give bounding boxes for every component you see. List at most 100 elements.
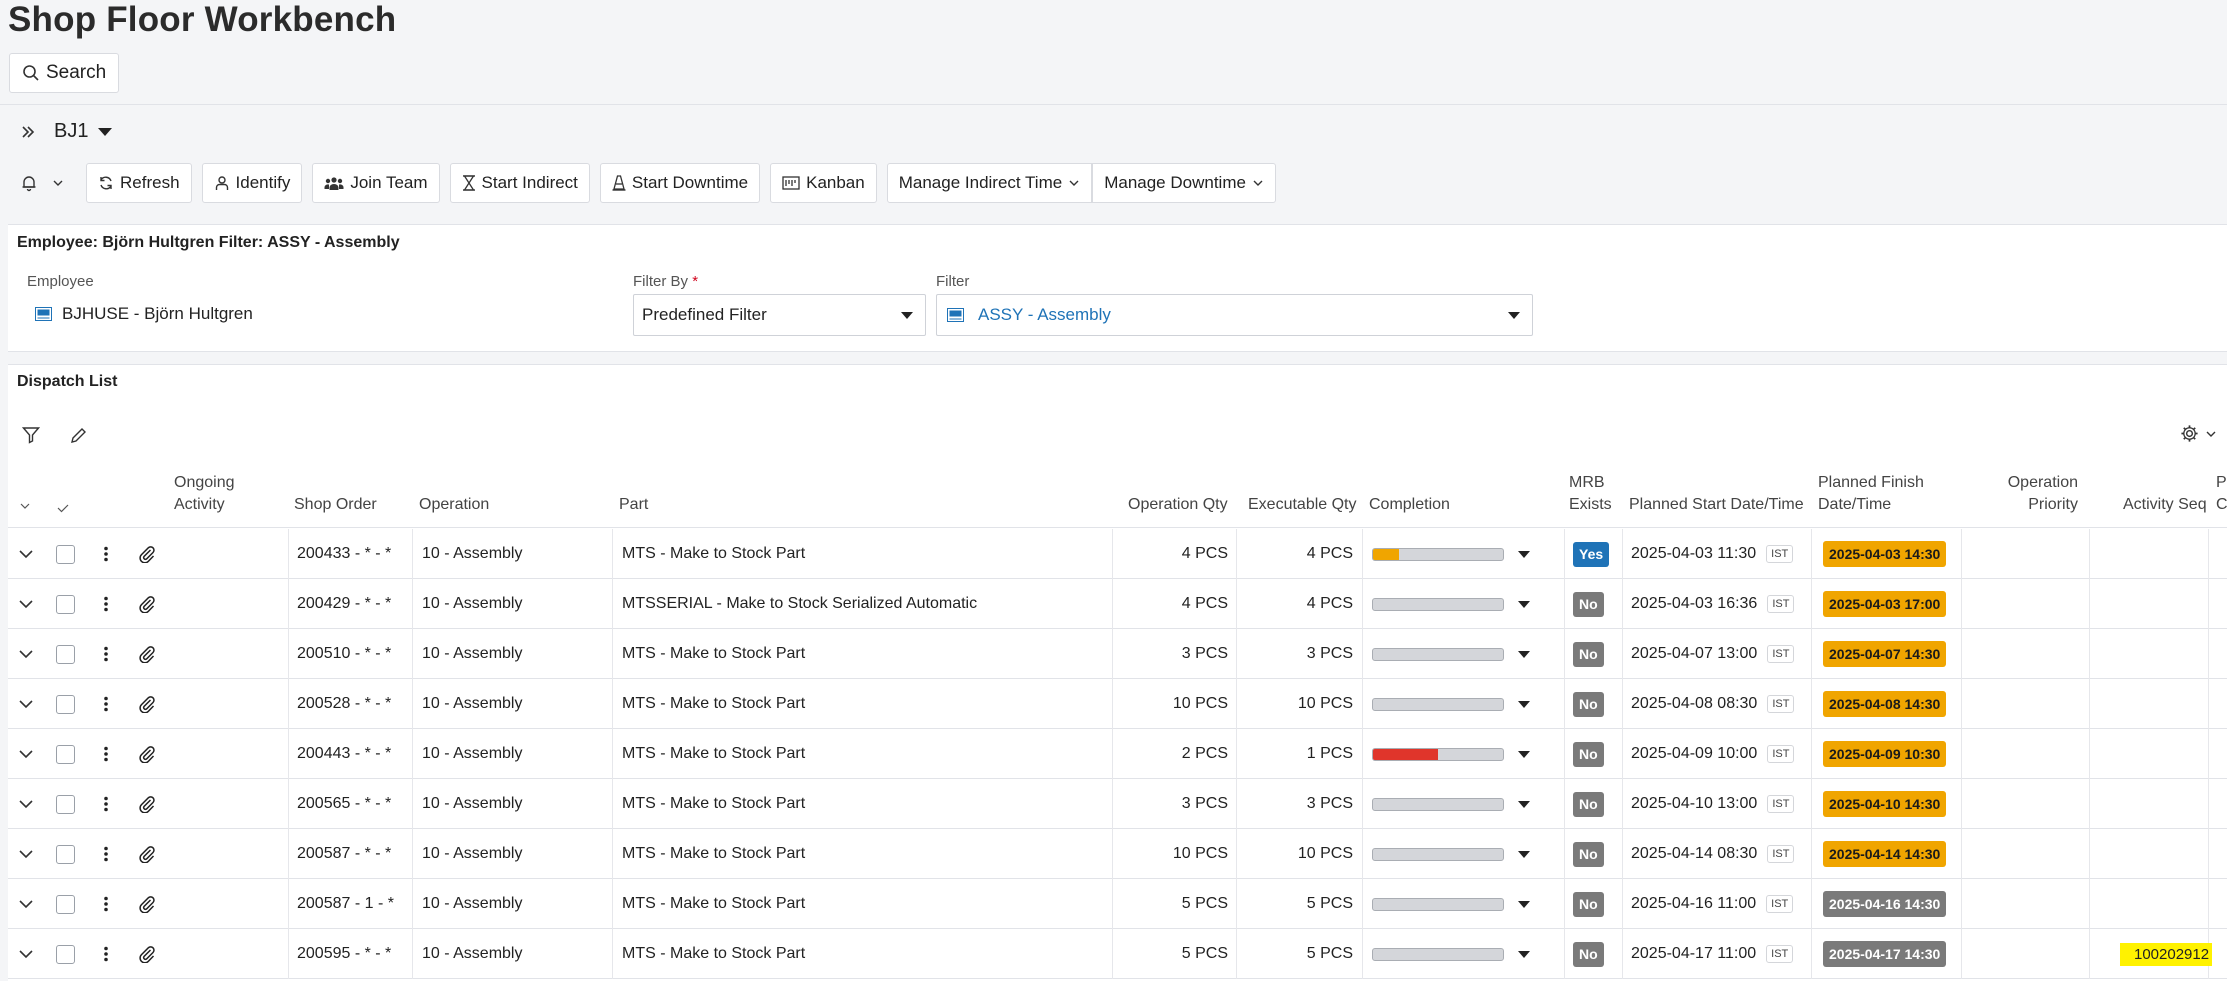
- col-completion[interactable]: Completion: [1369, 494, 1450, 516]
- table-row[interactable]: 200429 - * - * 10 - Assembly MTSSERIAL - M…: [8, 579, 2227, 629]
- completion-cell[interactable]: [1372, 679, 1530, 729]
- table-row[interactable]: 200587 - * - * 10 - Assembly MTS - Make to…: [8, 829, 2227, 879]
- employee-value[interactable]: BJHUSE - Björn Hultgren: [35, 304, 253, 324]
- grid-settings-button[interactable]: [2180, 424, 2217, 443]
- completion-cell[interactable]: [1372, 879, 1530, 929]
- refresh-button[interactable]: Refresh: [86, 163, 192, 203]
- row-more-button[interactable]: [103, 879, 109, 929]
- col-operation[interactable]: Operation: [419, 494, 489, 516]
- completion-cell[interactable]: [1372, 579, 1530, 629]
- caret-down-icon[interactable]: [1518, 650, 1530, 658]
- caret-down-icon[interactable]: [1518, 600, 1530, 608]
- caret-down-icon[interactable]: [1518, 700, 1530, 708]
- row-more-button[interactable]: [103, 679, 109, 729]
- col-planned-finish[interactable]: Planned Finish Date/Time: [1818, 472, 1924, 516]
- row-attachment-button[interactable]: [138, 829, 156, 879]
- row-more-button[interactable]: [103, 729, 109, 779]
- shop-order-cell[interactable]: 200433 - * - *: [297, 529, 391, 579]
- expand-double-chevron-icon[interactable]: [20, 124, 36, 140]
- row-more-button[interactable]: [103, 629, 109, 679]
- row-more-button[interactable]: [103, 529, 109, 579]
- row-attachment-button[interactable]: [138, 679, 156, 729]
- manage-downtime-button[interactable]: Manage Downtime: [1092, 163, 1276, 203]
- table-row[interactable]: 200595 - * - * 10 - Assembly MTS - Make to…: [8, 929, 2227, 979]
- select-all-check-icon[interactable]: [56, 502, 70, 514]
- row-expand-button[interactable]: [18, 779, 34, 829]
- col-part[interactable]: Part: [619, 494, 648, 516]
- row-more-button[interactable]: [103, 929, 109, 979]
- shop-order-cell[interactable]: 200587 - 1 - *: [297, 879, 394, 929]
- search-button[interactable]: Search: [9, 53, 120, 93]
- filter-by-select[interactable]: Predefined Filter: [633, 294, 926, 336]
- col-planned-start[interactable]: Planned Start Date/Time: [1629, 494, 1804, 516]
- caret-down-icon[interactable]: [1518, 900, 1530, 908]
- col-operation-qty[interactable]: Operation Qty: [1128, 494, 1228, 516]
- row-expand-button[interactable]: [18, 529, 34, 579]
- filter-icon[interactable]: [22, 426, 40, 444]
- pencil-icon[interactable]: [70, 427, 87, 444]
- row-checkbox[interactable]: [56, 529, 75, 579]
- col-mrb-exists[interactable]: MRB Exists: [1569, 472, 1612, 516]
- row-checkbox[interactable]: [56, 779, 75, 829]
- caret-down-icon[interactable]: [1518, 750, 1530, 758]
- expand-all-chevron-icon[interactable]: [18, 500, 32, 512]
- row-more-button[interactable]: [103, 829, 109, 879]
- row-expand-button[interactable]: [18, 629, 34, 679]
- filter-select[interactable]: ASSY - Assembly: [936, 294, 1533, 336]
- col-truncated[interactable]: PC: [2216, 472, 2227, 516]
- row-attachment-button[interactable]: [138, 579, 156, 629]
- caret-down-icon[interactable]: [1518, 850, 1530, 858]
- row-expand-button[interactable]: [18, 579, 34, 629]
- kanban-button[interactable]: Kanban: [770, 163, 877, 203]
- identify-button[interactable]: Identify: [201, 163, 303, 203]
- start-downtime-button[interactable]: Start Downtime: [599, 163, 761, 203]
- row-attachment-button[interactable]: [138, 729, 156, 779]
- row-checkbox[interactable]: [56, 929, 75, 979]
- shop-order-cell[interactable]: 200595 - * - *: [297, 929, 391, 979]
- table-row[interactable]: 200510 - * - * 10 - Assembly MTS - Make to…: [8, 629, 2227, 679]
- shop-order-cell[interactable]: 200587 - * - *: [297, 829, 391, 879]
- table-row[interactable]: 200587 - 1 - * 10 - Assembly MTS - Make to…: [8, 879, 2227, 929]
- completion-cell[interactable]: [1372, 779, 1530, 829]
- row-expand-button[interactable]: [18, 829, 34, 879]
- table-row[interactable]: 200433 - * - * 10 - Assembly MTS - Make to…: [8, 529, 2227, 579]
- caret-down-icon[interactable]: [1518, 800, 1530, 808]
- site-dropdown-icon[interactable]: [98, 127, 113, 136]
- table-row[interactable]: 200528 - * - * 10 - Assembly MTS - Make to…: [8, 679, 2227, 729]
- row-more-button[interactable]: [103, 779, 109, 829]
- completion-cell[interactable]: [1372, 629, 1530, 679]
- completion-cell[interactable]: [1372, 929, 1530, 979]
- col-shop-order[interactable]: Shop Order: [294, 494, 377, 516]
- shop-order-cell[interactable]: 200429 - * - *: [297, 579, 391, 629]
- row-checkbox[interactable]: [56, 579, 75, 629]
- row-attachment-button[interactable]: [138, 929, 156, 979]
- row-expand-button[interactable]: [18, 929, 34, 979]
- caret-down-icon[interactable]: [1518, 550, 1530, 558]
- col-executable-qty[interactable]: Executable Qty: [1248, 494, 1357, 516]
- shop-order-cell[interactable]: 200528 - * - *: [297, 679, 391, 729]
- col-operation-priority[interactable]: Operation Priority: [1998, 472, 2078, 516]
- shop-order-cell[interactable]: 200443 - * - *: [297, 729, 391, 779]
- shop-order-cell[interactable]: 200510 - * - *: [297, 629, 391, 679]
- row-attachment-button[interactable]: [138, 779, 156, 829]
- row-expand-button[interactable]: [18, 879, 34, 929]
- notifications-button[interactable]: [20, 163, 86, 203]
- table-row[interactable]: 200565 - * - * 10 - Assembly MTS - Make to…: [8, 779, 2227, 829]
- row-checkbox[interactable]: [56, 879, 75, 929]
- row-checkbox[interactable]: [56, 729, 75, 779]
- table-row[interactable]: 200443 - * - * 10 - Assembly MTS - Make to…: [8, 729, 2227, 779]
- shop-order-cell[interactable]: 200565 - * - *: [297, 779, 391, 829]
- row-expand-button[interactable]: [18, 729, 34, 779]
- join-team-button[interactable]: Join Team: [312, 163, 440, 203]
- row-expand-button[interactable]: [18, 679, 34, 729]
- row-checkbox[interactable]: [56, 679, 75, 729]
- completion-cell[interactable]: [1372, 829, 1530, 879]
- row-more-button[interactable]: [103, 579, 109, 629]
- row-attachment-button[interactable]: [138, 879, 156, 929]
- row-attachment-button[interactable]: [138, 629, 156, 679]
- col-ongoing-activity[interactable]: Ongoing Activity: [174, 472, 235, 516]
- caret-down-icon[interactable]: [1518, 950, 1530, 958]
- row-attachment-button[interactable]: [138, 529, 156, 579]
- row-checkbox[interactable]: [56, 629, 75, 679]
- manage-indirect-time-button[interactable]: Manage Indirect Time: [886, 163, 1093, 203]
